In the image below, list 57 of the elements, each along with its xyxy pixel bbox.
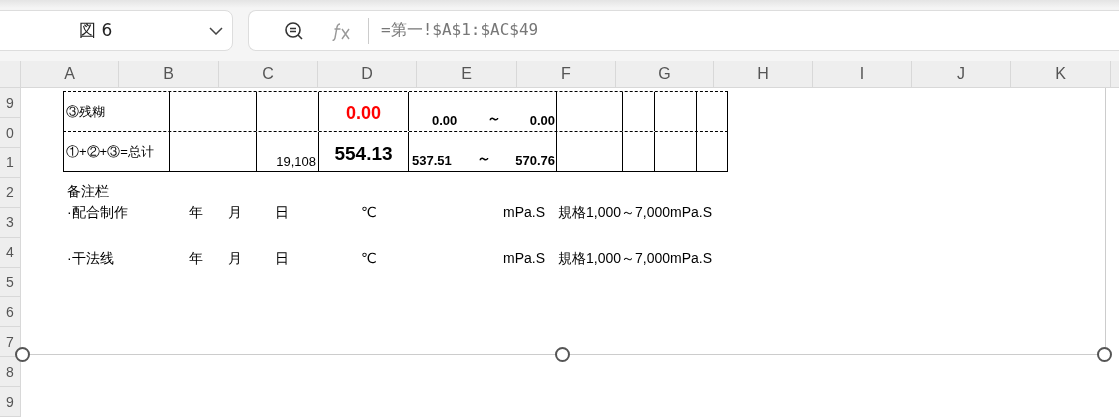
range-separator: ～ bbox=[486, 110, 501, 129]
range-high: 0.00 bbox=[529, 113, 555, 129]
row-label: ①+②+③=总计 bbox=[66, 142, 154, 161]
formula-text: =第一!$A$1:$AC$49 bbox=[381, 20, 539, 41]
note-text: 年 bbox=[189, 204, 204, 223]
range-separator: ～ bbox=[476, 150, 491, 169]
total-value: 0.00 bbox=[345, 102, 381, 125]
name-box-value: 図 6 bbox=[79, 19, 113, 42]
note-text: 規格1,000～7,000mPa.S bbox=[558, 204, 713, 223]
note-text: ·干法线 bbox=[67, 250, 115, 269]
column-header[interactable]: B bbox=[163, 65, 174, 83]
resize-handle[interactable] bbox=[1097, 347, 1112, 363]
column-header[interactable]: F bbox=[561, 65, 571, 83]
row-header[interactable]: 7 bbox=[6, 333, 14, 350]
row-header[interactable]: 3 bbox=[6, 214, 14, 231]
note-text: ℃ bbox=[361, 250, 378, 269]
row-header[interactable]: 8 bbox=[6, 363, 14, 380]
row-header[interactable]: 9 bbox=[6, 393, 14, 410]
column-header[interactable]: E bbox=[461, 65, 472, 83]
range-high: 570.76 bbox=[515, 153, 555, 169]
column-header[interactable]: H bbox=[757, 65, 769, 83]
column-header[interactable]: I bbox=[859, 65, 865, 83]
column-header[interactable]: G bbox=[658, 65, 671, 83]
row-header[interactable]: 1 bbox=[6, 154, 14, 171]
range-low: 0.00 bbox=[432, 113, 458, 129]
note-text: 年 bbox=[189, 250, 204, 269]
column-header[interactable]: K bbox=[1055, 65, 1066, 83]
row-header[interactable]: 6 bbox=[6, 303, 14, 320]
note-text: ℃ bbox=[361, 204, 378, 223]
note-text: 月 bbox=[228, 204, 243, 223]
column-header[interactable]: J bbox=[957, 65, 965, 83]
row-header[interactable]: 5 bbox=[6, 274, 14, 290]
row-header[interactable]: 4 bbox=[6, 244, 14, 261]
row-label: ③残糊 bbox=[66, 102, 105, 121]
note-text: 月 bbox=[228, 250, 243, 269]
column-header[interactable]: A bbox=[64, 65, 75, 83]
total-value: 554.13 bbox=[334, 141, 393, 165]
row-header[interactable]: 2 bbox=[6, 184, 14, 201]
column-header[interactable]: C bbox=[262, 65, 274, 83]
caret-icon[interactable] bbox=[209, 27, 223, 35]
column-header[interactable]: D bbox=[361, 65, 373, 83]
row-header[interactable]: 9 bbox=[6, 94, 14, 111]
note-text: 日 bbox=[275, 204, 290, 223]
note-text: 規格1,000～7,000mPa.S bbox=[558, 250, 713, 269]
table-cell bbox=[696, 132, 728, 172]
table-cell: 19,108 bbox=[276, 154, 316, 170]
table-cell bbox=[696, 92, 728, 132]
notes-title: 备注栏 bbox=[67, 183, 110, 202]
note-text: ·配合制作 bbox=[67, 204, 129, 223]
note-text: 日 bbox=[275, 250, 290, 269]
name-box[interactable]: 図 6 bbox=[0, 10, 233, 51]
note-text: mPa.S bbox=[503, 204, 546, 223]
zoom-out-icon[interactable] bbox=[284, 20, 304, 41]
range-low: 537.51 bbox=[412, 153, 452, 169]
formula-bar[interactable]: =第一!$A$1:$AC$49 bbox=[248, 10, 1119, 51]
row-header[interactable]: 0 bbox=[6, 124, 14, 141]
note-text: mPa.S bbox=[503, 250, 546, 269]
